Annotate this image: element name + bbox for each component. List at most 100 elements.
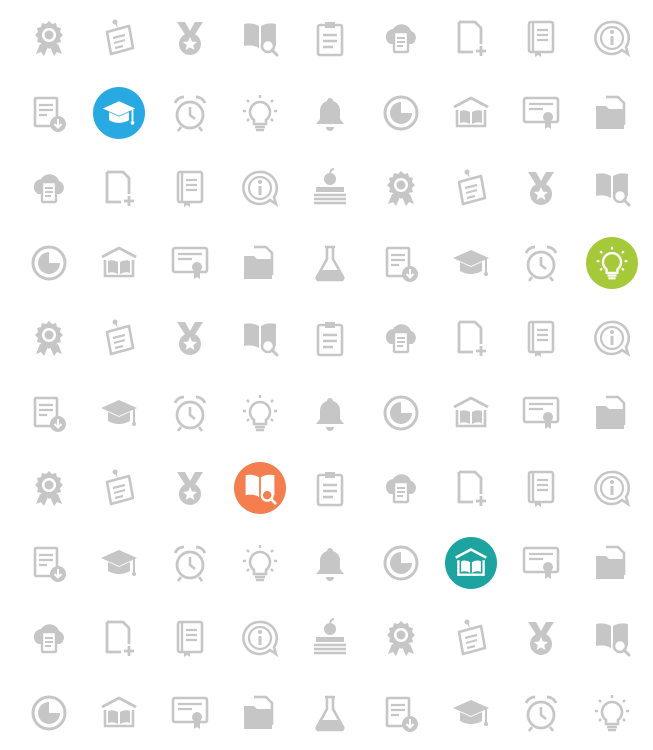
icon-cell [295,75,365,150]
pinned-note-icon [451,618,491,658]
new-document-icon [99,618,139,658]
info-bubble-icon [240,168,280,208]
folder-icon [240,243,280,283]
icon-cell [225,75,295,150]
highlight-badge [585,236,638,289]
icon-cell [225,525,295,600]
folder-icon [592,543,632,583]
pinned-note-icon [99,18,139,58]
icon-cell [436,450,506,525]
bell-icon [310,393,350,433]
library-icon [99,243,139,283]
icon-cell [436,525,506,600]
icon-cell [84,300,154,375]
icon-cell [506,0,576,75]
book-search-icon [240,318,280,358]
book-icon [170,618,210,658]
flask-icon [310,693,350,733]
icon-cell [225,225,295,300]
icon-cell [577,600,647,675]
medal-icon [521,618,561,658]
icon-cell [577,225,647,300]
alarm-clock-icon [521,243,561,283]
pie-chart-icon [381,393,421,433]
pinned-note-icon [99,318,139,358]
folder-icon [240,693,280,733]
icon-cell [14,600,84,675]
flask-icon [310,243,350,283]
info-bubble-icon [592,468,632,508]
icon-cell [295,150,365,225]
certificate-icon [170,693,210,733]
graduation-cap-icon [451,243,491,283]
certificate-icon [521,393,561,433]
document-download-icon [381,243,421,283]
icon-cell [225,600,295,675]
new-document-icon [451,318,491,358]
lightbulb-icon [592,693,632,733]
cloud-document-icon [29,618,69,658]
icon-cell [295,0,365,75]
icon-grid [0,0,653,750]
medal-icon [170,18,210,58]
book-icon [521,318,561,358]
icon-cell [506,525,576,600]
icon-cell [155,75,225,150]
icon-cell [436,150,506,225]
highlight-badge [445,536,498,589]
graduation-cap-icon [451,693,491,733]
icon-cell [295,300,365,375]
icon-cell [225,150,295,225]
icon-cell [84,600,154,675]
pie-chart-icon [29,243,69,283]
icon-cell [366,225,436,300]
certificate-icon [170,243,210,283]
apple-books-icon [310,167,350,208]
icon-cell [295,375,365,450]
apple-books-icon [310,617,350,658]
document-download-icon [29,93,69,133]
icon-cell [155,0,225,75]
graduation-cap-icon [99,393,139,433]
icon-cell [225,675,295,750]
icon-cell [366,675,436,750]
cloud-document-icon [381,468,421,508]
icon-cell [436,75,506,150]
icon-cell [366,75,436,150]
icon-cell [577,150,647,225]
icon-cell [155,150,225,225]
icon-cell [366,600,436,675]
book-search-icon [240,18,280,58]
highlight-badge [234,461,287,514]
pie-chart-icon [29,693,69,733]
book-search-icon [592,618,632,658]
icon-cell [84,75,154,150]
new-document-icon [451,468,491,508]
icon-cell [506,300,576,375]
cloud-document-icon [381,318,421,358]
icon-cell [225,375,295,450]
medal-icon [521,168,561,208]
icon-cell [506,150,576,225]
folder-icon [592,93,632,133]
icon-cell [84,225,154,300]
icon-cell [14,525,84,600]
icon-cell [366,525,436,600]
clipboard-icon [310,18,350,58]
icon-cell [436,0,506,75]
icon-cell [295,450,365,525]
medal-icon [170,468,210,508]
icon-cell [14,375,84,450]
cloud-document-icon [29,168,69,208]
icon-cell [577,375,647,450]
icon-cell [14,75,84,150]
icon-cell [506,600,576,675]
book-search-icon [592,168,632,208]
icon-cell [84,675,154,750]
lightbulb-icon [240,543,280,583]
graduation-cap-icon [99,543,139,583]
icon-cell [14,300,84,375]
bell-icon [310,543,350,583]
medal-icon [170,318,210,358]
icon-cell [366,450,436,525]
